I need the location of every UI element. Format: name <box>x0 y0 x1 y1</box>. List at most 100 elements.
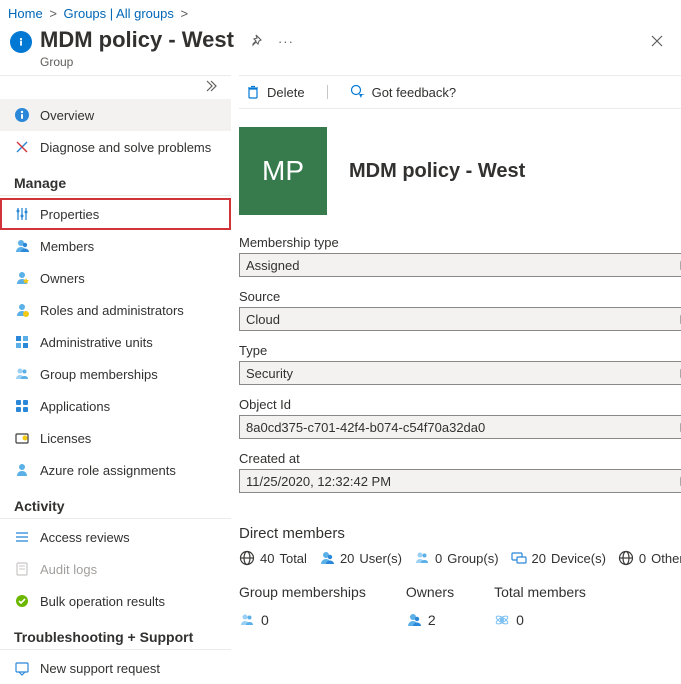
group-name: MDM policy - West <box>349 160 681 183</box>
sidebar-item-label: Owners <box>40 271 85 286</box>
field-label: Created at <box>239 451 681 469</box>
admin-units-icon <box>14 334 30 350</box>
stat-other-s-[interactable]: 0 Other(s) <box>618 550 681 566</box>
command-bar: Delete Got feedback? <box>239 75 681 109</box>
sidebar-item-label: Members <box>40 239 94 254</box>
stat-total[interactable]: 40 Total <box>239 550 307 566</box>
field-value: Cloud <box>239 307 681 331</box>
sidebar-item-roles-and-administrators[interactable]: Roles and administrators <box>0 294 231 326</box>
sidebar-item-label: New support request <box>40 661 160 676</box>
sidebar-item-bulk-operation-results[interactable]: Bulk operation results <box>0 585 231 617</box>
page-subtitle: Group <box>40 53 234 69</box>
summary-value: 0 <box>516 612 524 628</box>
summary-owners[interactable]: Owners 2 <box>406 584 454 628</box>
sidebar-item-label: Overview <box>40 108 94 123</box>
field-value: Security <box>239 361 681 385</box>
sidebar-item-group-memberships[interactable]: Group memberships <box>0 358 231 390</box>
sidebar-item-diagnose-and-solve-problems[interactable]: Diagnose and solve problems <box>0 131 231 163</box>
summary-group-memberships[interactable]: Group memberships 0 <box>239 584 366 628</box>
roles-icon <box>14 302 30 318</box>
summary-title: Group memberships <box>239 584 366 612</box>
sidebar-item-administrative-units[interactable]: Administrative units <box>0 326 231 358</box>
direct-members-stats: 40 Total 20 User(s) 0 Group(s) 20 Device(s)… <box>239 550 681 566</box>
sidebar-item-members[interactable]: Members <box>0 230 231 262</box>
overview-icon <box>14 107 30 123</box>
field-object-id: Object Id 8a0cd375-c701-42f4-b074-c54f70… <box>239 397 681 439</box>
field-membership-type: Membership type Assigned <box>239 235 681 277</box>
sidebar-item-label: Properties <box>40 207 99 222</box>
breadcrumb-home[interactable]: Home <box>8 6 43 21</box>
sidebar-item-licenses[interactable]: Licenses <box>0 422 231 454</box>
stat-device-s-[interactable]: 20 Device(s) <box>511 550 606 566</box>
field-value: Assigned <box>239 253 681 277</box>
group-hero: MP MDM policy - West <box>239 109 681 235</box>
apps-icon <box>14 398 30 414</box>
user-icon <box>406 612 422 628</box>
group-icon <box>239 612 255 628</box>
summary-total-members[interactable]: Total members 0 <box>494 584 586 628</box>
sidebar-item-properties[interactable]: Properties <box>0 198 231 230</box>
field-label: Source <box>239 289 681 307</box>
group-icon <box>414 550 430 566</box>
sidebar-item-label: Group memberships <box>40 367 158 382</box>
sidebar-item-label: Access reviews <box>40 530 130 545</box>
atom-icon <box>494 612 510 628</box>
sidebar-item-label: Azure role assignments <box>40 463 176 478</box>
sidebar-item-label: Audit logs <box>40 562 97 577</box>
summary-title: Owners <box>406 584 454 612</box>
breadcrumb-groups[interactable]: Groups | All groups <box>64 6 174 21</box>
field-type: Type Security <box>239 343 681 385</box>
globe-icon <box>618 550 634 566</box>
field-source: Source Cloud <box>239 289 681 331</box>
more-icon[interactable]: ··· <box>278 34 294 49</box>
support-icon <box>14 660 30 676</box>
field-created-at: Created at 11/25/2020, 12:32:42 PM <box>239 451 681 493</box>
summary-value: 0 <box>261 612 269 628</box>
properties-icon <box>14 206 30 222</box>
sidebar-item-azure-role-assignments[interactable]: Azure role assignments <box>0 454 231 486</box>
sidebar-item-owners[interactable]: Owners <box>0 262 231 294</box>
stat-group-s-[interactable]: 0 Group(s) <box>414 550 499 566</box>
sidebar-item-label: Roles and administrators <box>40 303 184 318</box>
sidebar-item-label: Diagnose and solve problems <box>40 140 211 155</box>
sidebar: Overview Diagnose and solve problems Mana… <box>0 75 231 684</box>
field-label: Object Id <box>239 397 681 415</box>
sidebar-item-label: Applications <box>40 399 110 414</box>
licenses-icon <box>14 430 30 446</box>
close-button[interactable] <box>649 27 671 49</box>
breadcrumb: Home > Groups | All groups > <box>0 0 681 25</box>
sidebar-item-label: Licenses <box>40 431 91 446</box>
group-avatar: MP <box>239 127 327 215</box>
group-memberships-icon <box>14 366 30 382</box>
diagnose-icon <box>14 139 30 155</box>
sidebar-section-manage: Manage <box>0 163 231 196</box>
audit-logs-icon <box>14 561 30 577</box>
sidebar-section-troubleshooting-support: Troubleshooting + Support <box>0 617 231 650</box>
field-value: 11/25/2020, 12:32:42 PM <box>239 469 681 493</box>
globe-icon <box>239 550 255 566</box>
stat-user-s-[interactable]: 20 User(s) <box>319 550 402 566</box>
sidebar-section-activity: Activity <box>0 486 231 519</box>
main-content: Delete Got feedback? MP MDM policy - Wes… <box>231 75 681 684</box>
sidebar-item-access-reviews[interactable]: Access reviews <box>0 521 231 553</box>
field-value: 8a0cd375-c701-42f4-b074-c54f70a32da0 <box>239 415 681 439</box>
members-icon <box>14 238 30 254</box>
field-label: Type <box>239 343 681 361</box>
sidebar-collapse[interactable] <box>0 75 231 99</box>
info-icon <box>10 31 32 53</box>
summary-title: Total members <box>494 584 586 612</box>
owners-icon <box>14 270 30 286</box>
page-title: MDM policy - West <box>40 27 234 53</box>
sidebar-item-label: Bulk operation results <box>40 594 165 609</box>
pin-icon[interactable] <box>248 33 264 49</box>
sidebar-item-audit-logs: Audit logs <box>0 553 231 585</box>
sidebar-item-overview[interactable]: Overview <box>0 99 231 131</box>
feedback-button[interactable]: Got feedback? <box>346 82 461 102</box>
access-reviews-icon <box>14 529 30 545</box>
field-label: Membership type <box>239 235 681 253</box>
sidebar-item-new-support-request[interactable]: New support request <box>0 652 231 684</box>
sidebar-item-applications[interactable]: Applications <box>0 390 231 422</box>
delete-button[interactable]: Delete <box>241 82 309 102</box>
bulk-ops-icon <box>14 593 30 609</box>
direct-members-heading: Direct members <box>239 505 681 550</box>
